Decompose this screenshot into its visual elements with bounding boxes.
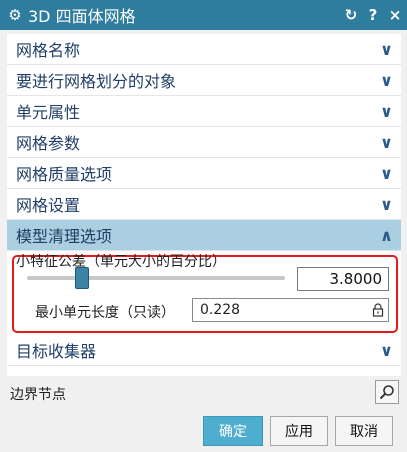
cleanup-options-body: 小特征公差（单元大小的百分比） 3.8000 最小单元长度（只读） 0.228 (7, 251, 401, 335)
section-model-cleanup-options[interactable]: 模型清理选项 ∧ (7, 220, 401, 251)
title-bar: ⚙ 3D 四面体网格 ↻ ? × (0, 0, 407, 30)
dialog-panel: 网格名称 ∨ 要进行网格划分的对象 ∨ 单元属性 ∨ 网格参数 ∨ 网格质量选项… (7, 34, 401, 376)
tolerance-slider-track[interactable] (27, 276, 285, 280)
section-label: 网格名称 (16, 41, 81, 60)
ok-button[interactable]: 确定 (203, 416, 263, 446)
boundary-nodes-label: 边界节点 (10, 387, 66, 403)
section-label: 单元属性 (16, 103, 81, 122)
gear-icon[interactable]: ⚙ (2, 6, 28, 24)
boundary-nodes-pick-button[interactable] (375, 380, 399, 404)
lock-icon (372, 303, 384, 317)
section-mesh-quality-options[interactable]: 网格质量选项 ∨ (7, 158, 401, 189)
close-icon[interactable]: × (385, 6, 405, 24)
help-icon[interactable]: ? (363, 6, 383, 24)
min-element-length-label: 最小单元长度（只读） (35, 305, 175, 321)
section-mesh-parameters[interactable]: 网格参数 ∨ (7, 127, 401, 158)
magnifier-icon (379, 385, 394, 400)
section-label: 网格质量选项 (16, 165, 113, 184)
chevron-down-icon: ∨ (380, 163, 393, 183)
section-target-collector[interactable]: 目标收集器 ∨ (7, 335, 401, 366)
chevron-up-icon: ∧ (380, 225, 393, 245)
chevron-down-icon: ∨ (380, 101, 393, 121)
cancel-button[interactable]: 取消 (335, 416, 393, 446)
section-label: 要进行网格划分的对象 (16, 72, 177, 91)
section-mesh-settings[interactable]: 网格设置 ∨ (7, 189, 401, 220)
apply-button[interactable]: 应用 (270, 416, 328, 446)
chevron-down-icon: ∨ (380, 194, 393, 214)
section-objects-to-mesh[interactable]: 要进行网格划分的对象 ∨ (7, 65, 401, 96)
window-title: 3D 四面体网格 (28, 7, 136, 26)
tolerance-slider-thumb[interactable] (75, 267, 89, 289)
chevron-down-icon: ∨ (380, 70, 393, 90)
reset-icon[interactable]: ↻ (341, 6, 361, 24)
chevron-down-icon: ∨ (380, 39, 393, 59)
min-element-length-field: 0.228 (192, 298, 389, 322)
small-feature-tolerance-label: 小特征公差（单元大小的百分比） (16, 254, 226, 270)
section-label: 目标收集器 (16, 342, 97, 361)
chevron-down-icon: ∨ (380, 340, 393, 360)
section-label: 网格参数 (16, 134, 81, 153)
min-element-length-value: 0.228 (200, 302, 241, 318)
section-label: 网格设置 (16, 196, 81, 215)
chevron-down-icon: ∨ (380, 132, 393, 152)
section-label: 模型清理选项 (16, 227, 113, 246)
section-mesh-name[interactable]: 网格名称 ∨ (7, 34, 401, 65)
section-element-properties[interactable]: 单元属性 ∨ (7, 96, 401, 127)
tolerance-value-input[interactable]: 3.8000 (297, 267, 389, 291)
